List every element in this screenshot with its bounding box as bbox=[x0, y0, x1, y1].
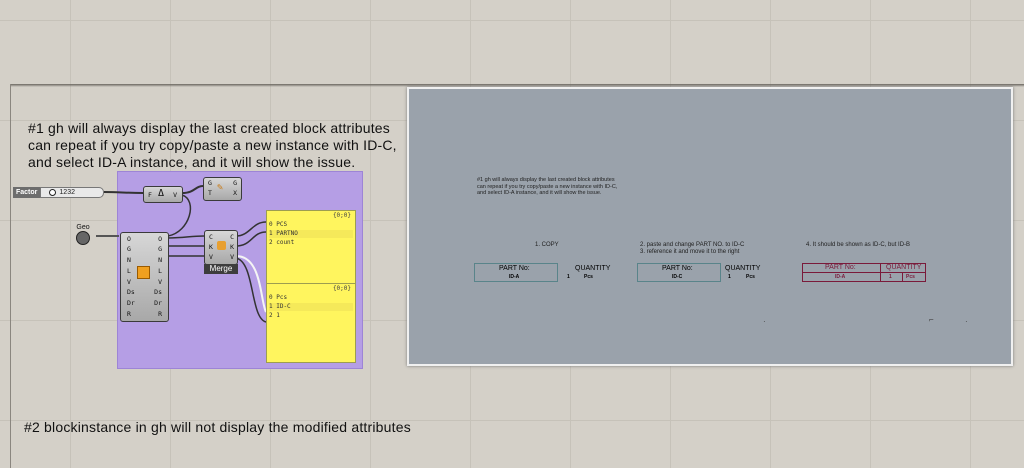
block-output[interactable]: V bbox=[158, 278, 162, 286]
block-input[interactable]: O bbox=[127, 235, 131, 243]
panel-path: {0;0} bbox=[332, 212, 351, 219]
block-attributes-component[interactable]: O G N L V Ds Dr R O G N L V Ds Dr R bbox=[120, 232, 169, 322]
transform-output-g[interactable]: G bbox=[233, 179, 237, 187]
merge-output[interactable]: K bbox=[230, 243, 234, 251]
transform-input-t[interactable]: T bbox=[208, 189, 212, 197]
step-1-label: 1. COPY bbox=[535, 242, 559, 248]
panel-bottom[interactable]: {0;0} 0 Pcs 1 ID-C 2 1 bbox=[266, 283, 356, 363]
quantity-label: QUANTITY bbox=[575, 265, 611, 272]
qty-value: 1 bbox=[728, 274, 731, 280]
expression-output-v[interactable]: V bbox=[173, 191, 177, 199]
table-divider bbox=[902, 272, 903, 281]
quantity-label: QUANTITY bbox=[725, 265, 761, 272]
panel-row: 0 Pcs bbox=[269, 294, 288, 301]
slider-track[interactable]: 1232 bbox=[40, 187, 104, 198]
block-input[interactable]: G bbox=[127, 245, 131, 253]
transform-icon: ✎ bbox=[217, 182, 224, 193]
part-table-2[interactable]: PART No: QUANTITY ID-C 1 Pcs bbox=[637, 263, 767, 283]
part-no-label: PART No: bbox=[662, 265, 693, 272]
quantity-label: QUANTITY bbox=[886, 264, 922, 271]
part-id: ID-A bbox=[509, 274, 520, 280]
panel-path: {0;0} bbox=[332, 285, 351, 292]
qty-unit: Pcs bbox=[906, 274, 915, 280]
marker-dot: · bbox=[763, 317, 766, 326]
slider-knob[interactable] bbox=[49, 189, 57, 196]
panel-row: 1 PARTNO bbox=[269, 230, 353, 238]
factor-slider[interactable]: Factor 1232 bbox=[13, 187, 104, 198]
merge-component[interactable]: C K V C K V bbox=[204, 230, 238, 265]
panel-top[interactable]: {0;0} 0 PCS 1 PARTNO 2 count bbox=[266, 210, 356, 285]
rhino-viewport[interactable]: #1 gh will always display the last creat… bbox=[407, 87, 1013, 366]
block-output[interactable]: R bbox=[158, 310, 162, 318]
geo-label: Geo bbox=[76, 224, 90, 231]
part-id: ID-A bbox=[835, 274, 846, 280]
table-divider bbox=[802, 272, 925, 273]
transform-input-g[interactable]: G bbox=[208, 179, 212, 187]
merge-input[interactable]: V bbox=[209, 253, 213, 261]
merge-input[interactable]: K bbox=[209, 243, 213, 251]
merge-output[interactable]: V bbox=[230, 253, 234, 261]
qty-value: 1 bbox=[889, 274, 892, 280]
panel-row: 2 1 bbox=[269, 312, 280, 319]
block-input[interactable]: L bbox=[127, 267, 131, 275]
part-table-3[interactable]: PART No: QUANTITY ID-A 1 Pcs bbox=[802, 263, 926, 282]
block-output[interactable]: Ds bbox=[154, 288, 162, 296]
issue-note-2: #2 blockinstance in gh will not display … bbox=[24, 419, 411, 435]
step-line: 3. reference it and move it to the right bbox=[640, 248, 740, 255]
block-output[interactable]: G bbox=[158, 245, 162, 253]
block-input[interactable]: Ds bbox=[127, 288, 135, 296]
block-input[interactable]: V bbox=[127, 278, 131, 286]
panel-row: 2 count bbox=[269, 239, 295, 246]
block-input[interactable]: R bbox=[127, 310, 131, 318]
geometry-param[interactable]: Geo bbox=[70, 224, 96, 245]
block-output[interactable]: Dr bbox=[154, 299, 162, 307]
block-input[interactable]: N bbox=[127, 256, 131, 264]
viewport-note-line: and select ID-A instance, and it will sh… bbox=[477, 190, 602, 196]
slider-label: Factor bbox=[13, 187, 41, 198]
part-id: ID-C bbox=[672, 274, 683, 280]
merge-input[interactable]: C bbox=[209, 233, 213, 241]
merge-icon bbox=[217, 241, 226, 250]
step-4-label: 4. It should be shown as ID-C, but ID-B bbox=[806, 242, 911, 248]
part-table-1[interactable]: PART No: QUANTITY ID-A 1 Pcs bbox=[474, 263, 610, 283]
panel-row: 1 ID-C bbox=[269, 303, 353, 311]
step-line: 2. paste and change PART NO. to ID-C bbox=[640, 242, 745, 248]
merge-output[interactable]: C bbox=[230, 233, 234, 241]
part-no-label: PART No: bbox=[499, 265, 530, 272]
block-output[interactable]: O bbox=[158, 235, 162, 243]
part-no-label: PART No: bbox=[825, 264, 856, 271]
step-2-label: 2. paste and change PART NO. to ID-C 3. … bbox=[640, 242, 744, 255]
block-icon bbox=[137, 266, 150, 279]
transform-output-x[interactable]: X bbox=[233, 189, 237, 197]
slider-value: 1232 bbox=[59, 189, 75, 196]
viewport-note: #1 gh will always display the last creat… bbox=[477, 177, 617, 197]
expression-input-f[interactable]: F bbox=[148, 191, 152, 199]
panel-row: 0 PCS bbox=[269, 221, 288, 228]
viewport-note-line: #1 gh will always display the last creat… bbox=[477, 177, 615, 183]
block-input[interactable]: Dr bbox=[127, 299, 135, 307]
expression-component[interactable]: F Δ V bbox=[143, 186, 183, 203]
qty-value: 1 bbox=[567, 274, 570, 280]
expression-icon: Δ bbox=[158, 188, 165, 199]
cursor-crosshair-icon: ⌐ bbox=[929, 315, 934, 324]
geo-param-icon bbox=[76, 231, 90, 245]
qty-unit: Pcs bbox=[584, 274, 593, 280]
qty-unit: Pcs bbox=[746, 274, 755, 280]
marker-dot: · bbox=[965, 317, 968, 326]
transform-component[interactable]: G T ✎ G X bbox=[203, 177, 242, 201]
block-output[interactable]: L bbox=[158, 267, 162, 275]
block-output[interactable]: N bbox=[158, 256, 162, 264]
merge-label: Merge bbox=[204, 264, 238, 274]
